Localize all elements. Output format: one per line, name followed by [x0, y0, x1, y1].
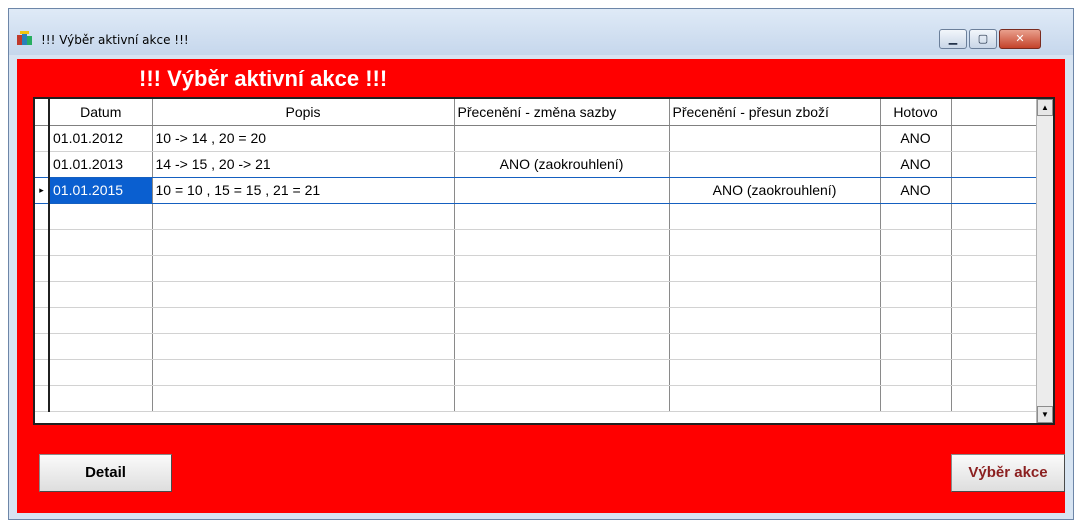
window-title: !!! Výběr aktivní akce !!!	[41, 33, 189, 47]
column-header-popis[interactable]: Popis	[152, 99, 455, 126]
scroll-up-icon[interactable]: ▲	[1037, 99, 1053, 116]
vertical-scrollbar[interactable]: ▲ ▼	[1036, 99, 1053, 423]
column-header-presun-zbozi[interactable]: Přecenění - přesun zboží	[669, 99, 881, 126]
row-selector[interactable]	[35, 229, 50, 256]
table-row[interactable]: 01.01.2012 10 -> 14 , 20 = 20 ANO	[35, 125, 1040, 152]
cell-datum[interactable]: 01.01.2012	[49, 125, 153, 152]
table-row-empty[interactable]	[35, 229, 1040, 256]
cell-empty[interactable]	[951, 151, 1040, 178]
table-row-empty[interactable]	[35, 359, 1040, 386]
row-selector[interactable]	[35, 203, 50, 230]
cell-datum[interactable]: 01.01.2015	[49, 177, 153, 204]
close-button[interactable]: ✕	[999, 29, 1041, 49]
row-selector[interactable]	[35, 385, 50, 412]
table-row-empty[interactable]	[35, 385, 1040, 412]
cell-popis[interactable]: 10 = 10 , 15 = 15 , 21 = 21	[152, 177, 455, 204]
column-header-zmena-sazby[interactable]: Přecenění - změna sazby	[454, 99, 670, 126]
cell-popis[interactable]: 14 -> 15 , 20 -> 21	[152, 151, 455, 178]
row-selector[interactable]	[35, 359, 50, 386]
table-row-selected[interactable]: ▸ 01.01.2015 10 = 10 , 15 = 15 , 21 = 21…	[35, 177, 1040, 204]
table-header-row: Datum Popis Přecenění - změna sazby Přec…	[35, 99, 1040, 126]
page-title: !!! Výběr aktivní akce !!!	[139, 66, 388, 91]
table-row-empty[interactable]	[35, 203, 1040, 230]
table-row-empty[interactable]	[35, 281, 1040, 308]
cell-hotovo[interactable]: ANO	[880, 151, 952, 178]
detail-button[interactable]: Detail	[39, 454, 172, 492]
cell-presun-zbozi[interactable]: ANO (zaokrouhlení)	[669, 177, 881, 204]
row-selector[interactable]	[35, 255, 50, 282]
cell-datum[interactable]: 01.01.2013	[49, 151, 153, 178]
row-selector[interactable]	[35, 151, 50, 178]
row-selector[interactable]	[35, 125, 50, 152]
client-area: !!! Výběr aktivní akce !!! Datum Popis P…	[17, 59, 1065, 513]
cell-empty[interactable]	[951, 177, 1040, 204]
table-row-empty[interactable]	[35, 333, 1040, 360]
scroll-down-icon[interactable]: ▼	[1037, 406, 1053, 423]
minimize-icon: ▁	[948, 32, 958, 45]
cell-hotovo[interactable]: ANO	[880, 125, 952, 152]
cell-hotovo[interactable]: ANO	[880, 177, 952, 204]
cell-popis[interactable]: 10 -> 14 , 20 = 20	[152, 125, 455, 152]
app-window: !!! Výběr aktivní akce !!! ▁ ▢ ✕ !!! Výb…	[8, 8, 1074, 520]
actions-table: Datum Popis Přecenění - změna sazby Přec…	[35, 99, 1040, 412]
select-action-button[interactable]: Výběr akce	[951, 454, 1065, 492]
row-selector[interactable]	[35, 307, 50, 334]
close-icon: ✕	[1015, 32, 1025, 45]
cell-zmena-sazby[interactable]	[454, 177, 670, 204]
cell-zmena-sazby[interactable]: ANO (zaokrouhlení)	[454, 151, 670, 178]
minimize-button[interactable]: ▁	[939, 29, 967, 49]
table-row-empty[interactable]	[35, 255, 1040, 282]
title-bar[interactable]: !!! Výběr aktivní akce !!! ▁ ▢ ✕	[9, 9, 1073, 55]
column-header-hotovo[interactable]: Hotovo	[880, 99, 952, 126]
row-selector[interactable]	[35, 281, 50, 308]
cell-presun-zbozi[interactable]	[669, 151, 881, 178]
cell-zmena-sazby[interactable]	[454, 125, 670, 152]
cell-empty[interactable]	[951, 125, 1040, 152]
column-header-empty	[951, 99, 1040, 126]
app-icon	[17, 31, 32, 45]
row-header-corner	[35, 99, 50, 126]
table-row-empty[interactable]	[35, 307, 1040, 334]
maximize-icon: ▢	[977, 32, 989, 45]
row-pointer-icon[interactable]: ▸	[35, 177, 50, 204]
row-selector[interactable]	[35, 333, 50, 360]
maximize-button[interactable]: ▢	[969, 29, 997, 49]
cell-presun-zbozi[interactable]	[669, 125, 881, 152]
actions-grid[interactable]: Datum Popis Přecenění - změna sazby Přec…	[33, 97, 1055, 425]
column-header-datum[interactable]: Datum	[49, 99, 153, 126]
table-row[interactable]: 01.01.2013 14 -> 15 , 20 -> 21 ANO (zaok…	[35, 151, 1040, 178]
